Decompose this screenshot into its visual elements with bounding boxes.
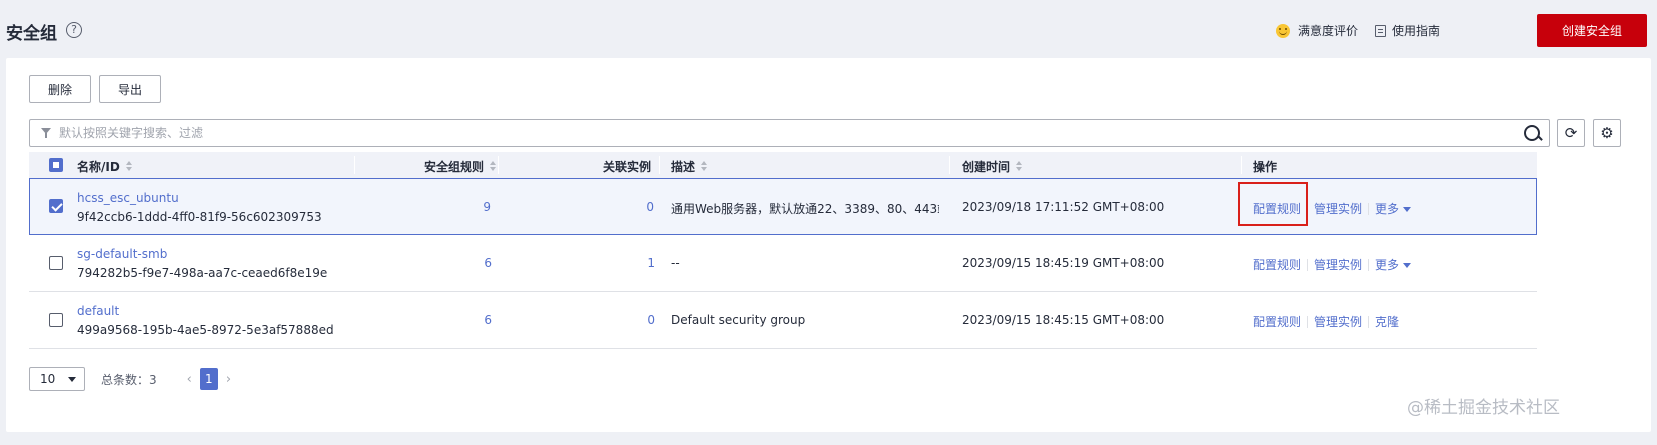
- search-icon[interactable]: [1521, 122, 1543, 144]
- created-time: 2023/09/15 18:45:19 GMT+08:00: [962, 256, 1165, 270]
- rules-count[interactable]: 9: [483, 200, 491, 214]
- security-group-id: 499a9568-195b-4ae5-8972-5e3af57888ed: [77, 323, 334, 337]
- highlight-box: [1238, 182, 1308, 226]
- row-actions: 配置规则 管理实例 更多: [1253, 256, 1412, 273]
- table-row: default 499a9568-195b-4ae5-8972-5e3af578…: [29, 292, 1537, 349]
- page-title: 安全组: [6, 24, 57, 44]
- configure-rules-link[interactable]: 配置规则: [1253, 313, 1301, 330]
- satisfaction-link[interactable]: 满意度评价: [1276, 22, 1358, 39]
- refresh-icon[interactable]: ⟳: [1557, 119, 1585, 147]
- chevron-down-icon: [1403, 263, 1412, 268]
- chevron-down-icon: [68, 376, 76, 382]
- column-instances: 关联实例: [602, 160, 651, 174]
- content-card: 删除 导出 ⟳ ⚙ 名称/ID 安全组规则 关联实例 描述: [6, 58, 1651, 432]
- row-actions: 配置规则 管理实例 克隆: [1253, 313, 1399, 330]
- description: --: [671, 256, 680, 270]
- security-group-name[interactable]: default: [77, 304, 119, 318]
- satisfaction-label: 满意度评价: [1298, 24, 1359, 38]
- row-checkbox[interactable]: [49, 256, 63, 270]
- row-checkbox[interactable]: [49, 199, 63, 213]
- guide-label: 使用指南: [1392, 24, 1441, 38]
- page-number[interactable]: 1: [199, 368, 218, 390]
- column-description[interactable]: 描述: [671, 158, 708, 175]
- clone-link[interactable]: 克隆: [1375, 313, 1399, 330]
- watermark: @稀土掘金技术社区: [1407, 398, 1560, 418]
- help-icon[interactable]: ?: [66, 22, 82, 38]
- instances-count[interactable]: 0: [647, 313, 655, 327]
- export-button[interactable]: 导出: [99, 75, 161, 103]
- smile-icon: [1276, 23, 1290, 38]
- description: Default security group: [671, 313, 806, 327]
- manage-instances-link[interactable]: 管理实例: [1314, 256, 1362, 273]
- select-all-checkbox[interactable]: [49, 158, 63, 172]
- more-dropdown[interactable]: 更多: [1375, 256, 1412, 273]
- created-time: 2023/09/18 17:11:52 GMT+08:00: [962, 200, 1165, 214]
- sort-icon: [125, 161, 133, 172]
- security-group-name[interactable]: sg-default-smb: [77, 247, 167, 261]
- instances-count[interactable]: 0: [646, 200, 654, 214]
- prev-page-icon[interactable]: ‹: [187, 372, 192, 387]
- page-header: 安全组 ? 满意度评价 使用指南 创建安全组: [0, 0, 1657, 58]
- pagination: 10 总条数：3 ‹ 1 ›: [29, 367, 231, 391]
- delete-button[interactable]: 删除: [29, 75, 91, 103]
- sort-icon: [490, 161, 497, 172]
- description: 通用Web服务器，默认放通22、3389、80、443端...: [671, 202, 939, 216]
- security-group-name[interactable]: hcss_esc_ubuntu: [77, 191, 179, 205]
- chevron-down-icon: [1403, 207, 1412, 212]
- security-group-id: 9f42ccb6-1ddd-4ff0-81f9-56c602309753: [77, 210, 322, 224]
- more-dropdown[interactable]: 更多: [1375, 200, 1412, 217]
- total-count: 总条数：3: [101, 372, 157, 387]
- row-checkbox[interactable]: [49, 313, 63, 327]
- configure-rules-link[interactable]: 配置规则: [1253, 256, 1301, 273]
- security-group-id: 794282b5-f9e7-498a-aa7c-ceaed6f8e19e: [77, 266, 328, 280]
- created-time: 2023/09/15 18:45:15 GMT+08:00: [962, 313, 1165, 327]
- edit-icon: [1375, 24, 1386, 37]
- column-name-id[interactable]: 名称/ID: [77, 158, 133, 175]
- table-header: 名称/ID 安全组规则 关联实例 描述 创建时间 操作: [29, 152, 1537, 178]
- manage-instances-link[interactable]: 管理实例: [1314, 200, 1362, 217]
- search-input[interactable]: [59, 121, 1521, 145]
- sort-icon: [1016, 161, 1023, 172]
- column-rules[interactable]: 安全组规则: [424, 158, 497, 175]
- filter-icon: [41, 128, 51, 138]
- sort-icon: [701, 161, 708, 172]
- table-row: hcss_esc_ubuntu 9f42ccb6-1ddd-4ff0-81f9-…: [29, 178, 1537, 235]
- column-created[interactable]: 创建时间: [962, 158, 1023, 175]
- column-actions: 操作: [1253, 160, 1278, 174]
- rules-count[interactable]: 6: [484, 256, 492, 270]
- table-row: sg-default-smb 794282b5-f9e7-498a-aa7c-c…: [29, 235, 1537, 292]
- search-bar: [29, 119, 1550, 147]
- page-size-select[interactable]: 10: [29, 367, 85, 391]
- guide-link[interactable]: 使用指南: [1375, 22, 1440, 39]
- security-group-table: 名称/ID 安全组规则 关联实例 描述 创建时间 操作 hcss_esc_ubu…: [29, 152, 1537, 349]
- settings-icon[interactable]: ⚙: [1593, 119, 1621, 147]
- manage-instances-link[interactable]: 管理实例: [1314, 313, 1362, 330]
- rules-count[interactable]: 6: [484, 313, 492, 327]
- next-page-icon[interactable]: ›: [226, 372, 231, 387]
- create-security-group-button[interactable]: 创建安全组: [1537, 14, 1647, 47]
- instances-count[interactable]: 1: [647, 256, 655, 270]
